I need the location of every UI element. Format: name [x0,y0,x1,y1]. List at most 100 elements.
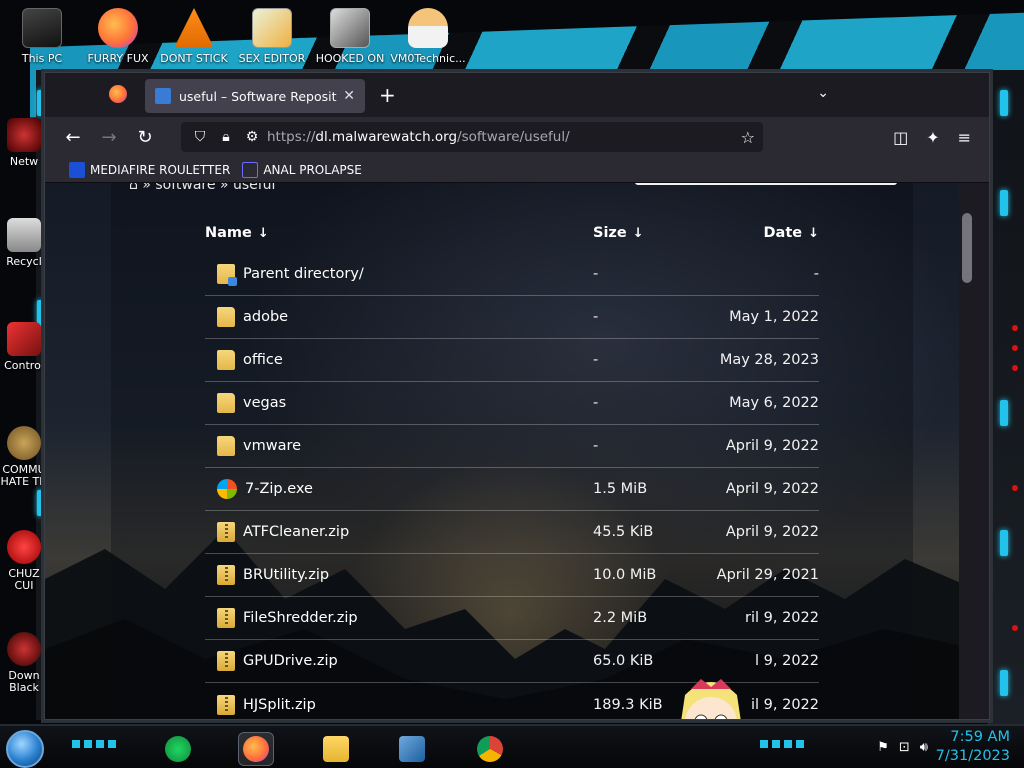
clock-time: 7:59 AM [950,729,1010,745]
file-date: May 1, 2022 [729,309,819,325]
mediafire-icon [69,161,85,178]
bookmark-anal-prolapse[interactable]: ANAL PROLAPSE [242,161,362,178]
volume-icon[interactable]: 🔊︎ [920,740,928,755]
file-name-link[interactable]: vegas [243,395,286,411]
permissions-icon[interactable]: ⚙ [241,129,263,145]
home-icon[interactable]: ⌂ [129,183,142,193]
taskbar-decoration [72,740,116,748]
taskbar-app-chrome[interactable] [472,732,508,766]
table-row[interactable]: BRUtility.zip 10.0 MiB April 29, 2021 [205,554,819,597]
lock-icon[interactable]: 🔒︎ [215,129,237,145]
table-row[interactable]: vmware - April 9, 2022 [205,425,819,468]
file-name-link[interactable]: office [243,352,283,368]
address-bar[interactable]: ⛉ 🔒︎ ⚙ https://dl.malwarewatch.org/softw… [181,122,763,152]
zip-file-icon [217,694,235,715]
file-name-link[interactable]: Parent directory/ [243,266,364,282]
firefox-icon [243,736,269,762]
file-name-link[interactable]: ATFCleaner.zip [243,524,349,540]
arrow-down-icon: ↓ [632,225,644,241]
sort-by-date[interactable]: Date ↓ [703,225,820,241]
taskbar-app-firefox[interactable] [238,732,274,766]
header-size-label: Size [593,225,627,241]
close-icon[interactable]: ✕ [343,88,355,104]
new-tab-button[interactable]: + [379,83,396,107]
desktop-icon-commu[interactable]: COMMU HATE TH [0,426,48,488]
red-creature-icon [7,530,41,564]
back-button[interactable]: ← [57,121,89,153]
desktop-icon-vm0technic[interactable]: VM0Technic... [390,8,466,65]
listing-header: Name ↓ Size ↓ Date ↓ [205,213,819,253]
file-size: - [593,352,599,368]
file-name-link[interactable]: GPUDrive.zip [243,653,338,669]
file-explorer-icon [323,736,349,762]
desktop-icon-hooked-on[interactable]: HOOKED ON [312,8,388,65]
file-name-link[interactable]: adobe [243,309,288,325]
desktop-icon-sex-editor[interactable]: SEX EDITOR [234,8,310,65]
table-row[interactable]: 7-Zip.exe 1.5 MiB April 9, 2022 [205,468,819,511]
extensions-icon[interactable]: ✦ [926,128,939,147]
shield-icon[interactable]: ⛉ [189,129,211,145]
zip-file-icon [217,608,235,628]
desktop-icon-label: This PC [21,52,63,65]
desktop-icon-chuz[interactable]: CHUZ CUI [0,530,48,592]
table-row[interactable]: office - May 28, 2023 [205,339,819,382]
desktop-icon-label: Down Black [8,669,40,694]
desktop-icon-furry-fux[interactable]: FURRY FUX [80,8,156,65]
nav-bar: ← → ↻ ⛉ 🔒︎ ⚙ https://dl.malwarewatch.org… [45,117,989,157]
table-row[interactable]: Parent directory/ - - [205,253,819,296]
forward-button[interactable]: → [93,121,125,153]
file-listing: Name ↓ Size ↓ Date ↓ Parent directory/- - ado… [205,213,819,719]
breadcrumb-path[interactable]: » software » useful [142,183,275,193]
menu-icon[interactable]: ≡ [958,128,971,147]
folder-icon [217,436,235,456]
tab-useful[interactable]: useful – Software Repository ✕ [145,79,365,113]
bookmark-star-icon[interactable]: ☆ [741,128,755,147]
flag-icon[interactable]: ⚑ [877,740,889,755]
desktop-icon-label: SEX EDITOR [238,52,306,65]
taskbar-app-virtualbox[interactable] [394,732,430,766]
desktop-icon-control-panel[interactable]: Control [0,322,48,372]
firefox-icon[interactable] [109,85,127,103]
page-viewport[interactable]: ⌂ » software » useful Name ↓ Size ↓ Date ↓ … [45,183,975,719]
tab-bar: useful – Software Repository ✕ + ⌄ [45,73,989,117]
desktop-icon-label: Control [4,359,44,372]
file-name-link[interactable]: HJSplit.zip [243,697,316,713]
bookmark-mediafire[interactable]: MEDIAFIRE ROULETTER [69,161,230,178]
page-scrollbar-thumb[interactable] [962,213,972,283]
table-row[interactable]: FileShredder.zip 2.2 MiB ril 9, 2022 [205,597,819,640]
file-name-link[interactable]: FileShredder.zip [243,610,358,626]
taskbar-app-spotify[interactable] [160,732,196,766]
desktop-icon-label: FURRY FUX [87,52,149,65]
file-size: 45.5 KiB [593,524,654,540]
desktop-icon-dont-stick[interactable]: DONT STICK [156,8,232,65]
reload-button[interactable]: ↻ [129,121,161,153]
table-row[interactable]: ATFCleaner.zip 45.5 KiB April 9, 2022 [205,511,819,554]
pocket-icon[interactable]: ◫ [893,128,908,147]
desktop-icon-label: COMMU HATE TH [0,463,48,488]
sort-by-size[interactable]: Size ↓ [593,225,703,241]
exe-file-icon [217,479,237,499]
taskbar-decoration [760,740,804,748]
hooked-icon [330,8,370,48]
chevron-down-icon[interactable]: ⌄ [817,85,829,101]
url-text[interactable]: https://dl.malwarewatch.org/software/use… [267,129,741,145]
desktop-icon-label: CHUZ CUI [8,567,40,592]
file-name-link[interactable]: 7-Zip.exe [245,481,313,497]
start-button[interactable] [6,730,44,768]
table-row[interactable]: adobe - May 1, 2022 [205,296,819,339]
taskbar-app-file-explorer[interactable] [318,732,354,766]
desktop-icon-this-pc[interactable]: This PC [4,8,80,65]
clock[interactable]: 7:59 AM 7/31/2023 [936,728,1010,766]
network-icon[interactable]: ⊡ [899,740,910,755]
search-input[interactable] [635,183,897,185]
file-size: 65.0 KiB [593,653,654,669]
desktop-icon-network[interactable]: Netw [0,118,48,168]
desktop-icon-download[interactable]: Down Black [0,632,48,694]
desktop-icon-recycle-bin[interactable]: Recycl [0,218,48,268]
table-row[interactable]: vegas - May 6, 2022 [205,382,819,425]
file-name-link[interactable]: BRUtility.zip [243,567,329,583]
sigma-icon [242,161,259,178]
file-name-link[interactable]: vmware [243,438,301,454]
sort-by-name[interactable]: Name ↓ [205,225,593,241]
zip-file-icon [217,565,235,585]
